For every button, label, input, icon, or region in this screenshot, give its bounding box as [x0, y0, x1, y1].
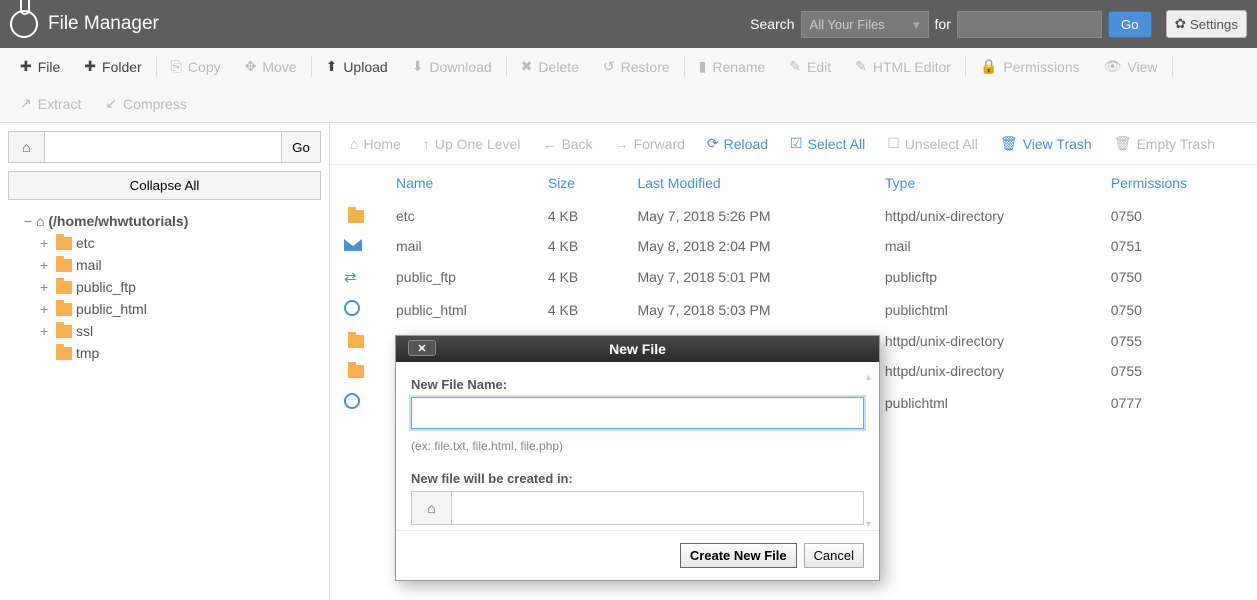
filename-label: New File Name: [411, 377, 864, 392]
filename-hint: (ex: file.txt, file.html, file.php) [411, 439, 864, 453]
path-input[interactable] [452, 492, 863, 524]
path-home-icon: ⌂ [412, 492, 452, 524]
modal-title-bar[interactable]: ✕ New File [396, 336, 879, 362]
modal-overlay: ✕ New File New File Name: (ex: file.txt,… [0, 0, 1257, 599]
path-label: New file will be created in: [411, 471, 864, 486]
home-icon: ⌂ [427, 500, 435, 516]
cancel-button[interactable]: Cancel [804, 543, 864, 568]
filename-input[interactable] [411, 397, 864, 429]
create-file-button[interactable]: Create New File [680, 543, 797, 568]
scrollbar-icon[interactable] [866, 377, 876, 525]
close-icon[interactable]: ✕ [408, 340, 436, 356]
new-file-modal: ✕ New File New File Name: (ex: file.txt,… [395, 335, 880, 581]
